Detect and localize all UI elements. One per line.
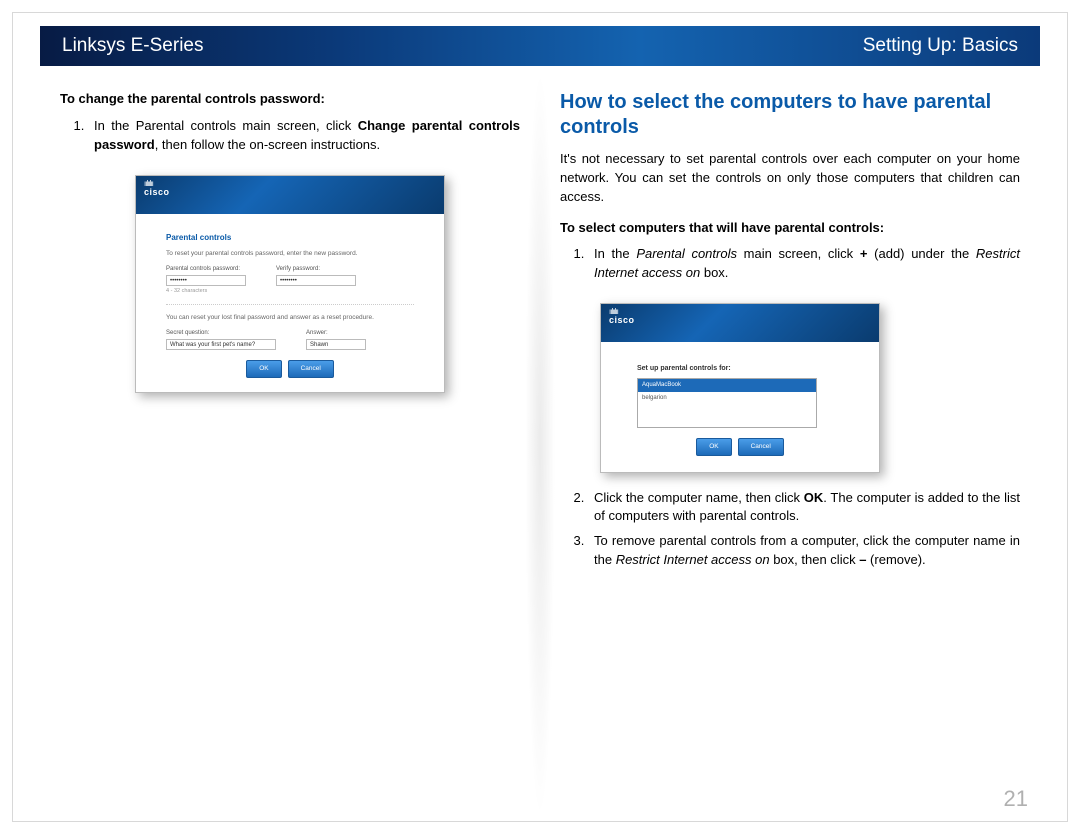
page-number: 21 [1004, 786, 1028, 812]
verify-label: Verify password: [276, 265, 356, 274]
right-step-1: In the Parental controls main screen, cl… [588, 245, 1020, 283]
right-steps-cont: Click the computer name, then click OK. … [560, 489, 1020, 570]
right-step-3: To remove parental controls from a compu… [588, 532, 1020, 570]
ok-button[interactable]: OK [246, 360, 281, 377]
step-italic: Restrict Internet access on [616, 552, 770, 567]
answer-input[interactable]: Shawn [306, 339, 366, 350]
step-text: (remove). [866, 552, 925, 567]
listbox-title: Set up parental controls for: [637, 364, 843, 374]
left-steps: In the Parental controls main screen, cl… [60, 117, 520, 155]
right-intro: To select computers that will have paren… [560, 219, 1020, 238]
button-row: OK Cancel [166, 360, 414, 377]
left-column: To change the parental controls password… [60, 90, 520, 774]
right-steps: In the Parental controls main screen, cl… [560, 245, 1020, 283]
cisco-logo: ıılıılıı cisco [609, 308, 635, 325]
step-text: Click the computer name, then click [594, 490, 804, 505]
right-step-2: Click the computer name, then click OK. … [588, 489, 1020, 527]
question-input[interactable]: What was your first pet's name? [166, 339, 276, 350]
ok-button[interactable]: OK [696, 438, 731, 455]
section-paragraph: It's not necessary to set parental contr… [560, 150, 1020, 207]
password-input[interactable]: •••••••• [166, 275, 246, 286]
answer-group: Answer: Shawn [306, 329, 366, 351]
password-hint: 4 - 32 characters [166, 288, 246, 296]
step-text: , then follow the on-screen instructions… [155, 137, 380, 152]
password-field-group: Parental controls password: •••••••• 4 -… [166, 265, 246, 297]
button-row: OK Cancel [637, 438, 843, 455]
step-text: main screen, click [737, 246, 860, 261]
list-item[interactable]: belgarion [638, 392, 816, 405]
step-text: box, then click [770, 552, 860, 567]
step-italic: Parental controls [636, 246, 737, 261]
password-label: Parental controls password: [166, 265, 246, 274]
panel-instruction: To reset your parental controls password… [166, 249, 414, 258]
cancel-button[interactable]: Cancel [288, 360, 334, 377]
secret-instruction: You can reset your lost final password a… [166, 313, 414, 322]
cisco-text: cisco [144, 188, 170, 197]
computer-listbox[interactable]: AquaMacBook belgarion [637, 378, 817, 428]
header-right: Setting Up: Basics [863, 35, 1018, 57]
panel-title: Parental controls [166, 232, 414, 244]
screenshot-password: ıılıılıı cisco Parental controls To rese… [135, 175, 445, 393]
cisco-text: cisco [609, 316, 635, 325]
list-item-selected[interactable]: AquaMacBook [638, 379, 816, 392]
section-heading: How to select the computers to have pare… [560, 90, 1020, 140]
left-intro: To change the parental controls password… [60, 90, 520, 109]
answer-label: Answer: [306, 329, 366, 338]
header-left: Linksys E-Series [62, 35, 204, 57]
step-text: In the [594, 246, 636, 261]
cancel-button[interactable]: Cancel [738, 438, 784, 455]
verify-input[interactable]: •••••••• [276, 275, 356, 286]
screenshot-header: ıılıılıı cisco [136, 176, 444, 214]
password-row: Parental controls password: •••••••• 4 -… [166, 265, 414, 297]
right-column: How to select the computers to have pare… [560, 90, 1020, 774]
screenshot-body: Set up parental controls for: AquaMacBoo… [601, 342, 879, 472]
screenshot-select-computer: ıılıılıı cisco Set up parental controls … [600, 303, 880, 473]
screenshot-body: Parental controls To reset your parental… [136, 214, 444, 392]
step-bold: OK [804, 490, 824, 505]
header-bar: Linksys E-Series Setting Up: Basics [40, 26, 1040, 66]
question-label: Secret question: [166, 329, 276, 338]
step-text: (add) under the [867, 246, 975, 261]
step-text: In the Parental controls main screen, cl… [94, 118, 358, 133]
screenshot-header: ıılıılıı cisco [601, 304, 879, 342]
left-step-1: In the Parental controls main screen, cl… [88, 117, 520, 155]
separator [166, 304, 414, 305]
step-text: box. [700, 265, 728, 280]
question-group: Secret question: What was your first pet… [166, 329, 276, 351]
cisco-logo: ıılıılıı cisco [144, 180, 170, 197]
content-area: To change the parental controls password… [60, 90, 1020, 774]
verify-field-group: Verify password: •••••••• [276, 265, 356, 297]
secret-row: Secret question: What was your first pet… [166, 329, 414, 351]
